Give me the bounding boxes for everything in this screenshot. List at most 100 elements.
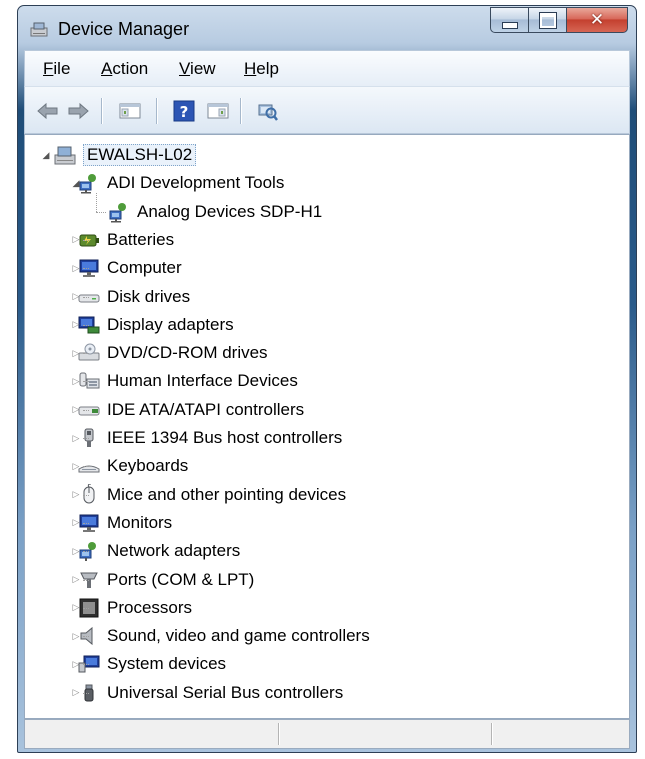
maximize-button[interactable] [528, 7, 566, 33]
back-arrow-icon [37, 102, 58, 120]
collapsed-triangle-icon[interactable]: ▷ [71, 348, 81, 358]
tree-item-label: Processors [107, 597, 193, 617]
tree-category-item[interactable]: Batteries [77, 228, 174, 252]
status-separator [278, 723, 279, 745]
tree-item-label: Analog Devices SDP-H1 [137, 201, 323, 221]
tree-category-item[interactable]: DVD/CD-ROM drives [77, 341, 268, 365]
collapsed-triangle-icon[interactable]: ▷ [71, 602, 81, 613]
device-manager-app-icon [30, 19, 50, 39]
minimize-button[interactable] [490, 7, 528, 33]
tree-item-label: ADI Development Tools [107, 173, 285, 193]
svg-text:?: ? [180, 103, 189, 121]
collapsed-triangle-icon[interactable]: ▷ [71, 489, 81, 500]
tree-item-label: Universal Serial Bus controllers [107, 682, 344, 702]
help-icon: ? [173, 100, 195, 122]
window-title: Device Manager [58, 19, 190, 39]
collapsed-triangle-icon[interactable]: ▷ [71, 546, 81, 556]
tree-connector [83, 381, 89, 383]
tree-item-label: Network adapters [107, 541, 241, 561]
show-hide-console-tree-icon [119, 103, 141, 119]
tree-category-item[interactable]: Sound, video and game controllers [77, 624, 370, 648]
tree-category-item[interactable]: IEEE 1394 Bus host controllers [77, 426, 342, 450]
tree-connector [83, 607, 89, 609]
tree-category-item[interactable]: Disk drives [77, 285, 190, 309]
collapsed-triangle-icon[interactable]: ▷ [71, 376, 81, 386]
scan-hardware-button[interactable] [255, 99, 281, 123]
tree-connector [83, 324, 89, 326]
collapsed-triangle-icon[interactable]: ▷ [71, 659, 81, 669]
tree-item-label: Disk drives [107, 286, 191, 306]
menu-help[interactable]: Help [244, 59, 279, 79]
menu-file[interactable]: File [43, 59, 70, 79]
tree-connector [83, 268, 89, 270]
tree-category-item[interactable]: Processors [77, 596, 192, 620]
tree-item-label: Computer [107, 258, 182, 278]
tree-connector [83, 353, 89, 355]
collapsed-triangle-icon[interactable]: ▷ [71, 404, 81, 415]
caption-buttons: ✕ [490, 7, 628, 35]
expanded-triangle-icon[interactable]: ◢ [41, 150, 51, 160]
tree-root-node[interactable]: EWALSH-L02 [53, 143, 197, 167]
collapsed-triangle-icon[interactable]: ▷ [71, 574, 81, 585]
forward-button[interactable] [65, 99, 91, 123]
collapsed-triangle-icon[interactable]: ▷ [71, 517, 81, 528]
tree-connector [83, 494, 89, 496]
tree-category-item[interactable]: Mice and other pointing devices [77, 483, 346, 507]
menu-action[interactable]: Action [101, 59, 148, 79]
tree-item-label: Display adapters [107, 314, 234, 334]
tree-category-item[interactable]: Computer [77, 256, 182, 280]
menu-file-accel: F [43, 59, 54, 78]
close-button[interactable]: ✕ [566, 7, 628, 33]
expanded-triangle-icon[interactable]: ◢ [71, 178, 81, 188]
tree-connector [96, 211, 106, 213]
status-bar [24, 719, 630, 749]
collapsed-triangle-icon[interactable]: ▷ [71, 461, 81, 471]
tree-item-label: IDE ATA/ATAPI controllers [107, 399, 305, 419]
tree-connector [83, 664, 89, 666]
collapsed-triangle-icon[interactable]: ▷ [71, 631, 81, 641]
help-button[interactable]: ? [171, 99, 197, 123]
tree-category-item[interactable]: Display adapters [77, 313, 234, 337]
back-button[interactable] [35, 99, 61, 123]
collapsed-triangle-icon[interactable]: ▷ [71, 234, 81, 245]
tree-category-item[interactable]: System devices [77, 652, 226, 676]
tree-category-item[interactable]: Human Interface Devices [77, 369, 298, 393]
tree-device-item[interactable]: Analog Devices SDP-H1 [107, 200, 322, 224]
device-tree[interactable]: EWALSH-L02 ◢ ADI Development Tools ◢ Analog … [24, 134, 630, 719]
device-manager-window: Device Manager ✕ File Action View Help ?… [17, 5, 637, 753]
tree-category-item[interactable]: Universal Serial Bus controllers [77, 681, 343, 705]
show-hide-console-tree-button[interactable] [117, 99, 143, 123]
tree-item-label: System devices [107, 654, 227, 674]
toolbar-separator [101, 98, 102, 124]
menu-view[interactable]: View [179, 59, 216, 79]
collapsed-triangle-icon[interactable]: ▷ [71, 291, 81, 302]
close-icon: ✕ [589, 10, 605, 30]
network-device-icon [107, 201, 131, 223]
menu-action-label: ction [112, 59, 149, 78]
tree-item-label: DVD/CD-ROM drives [107, 343, 268, 363]
tree-category-item[interactable]: Monitors [77, 511, 172, 535]
tree-connector [96, 193, 97, 212]
tree-category-item[interactable]: Network adapters [77, 539, 240, 563]
tree-root-label: EWALSH-L02 [83, 144, 197, 166]
collapsed-triangle-icon[interactable]: ▷ [71, 263, 81, 273]
collapsed-triangle-icon[interactable]: ▷ [71, 433, 81, 443]
tree-category-item[interactable]: Ports (COM & LPT) [77, 568, 254, 592]
tree-connector [83, 438, 89, 439]
action-pane-button[interactable] [205, 99, 231, 123]
tree-category-item[interactable]: ADI Development Tools [77, 171, 284, 195]
collapsed-triangle-icon[interactable]: ▷ [71, 319, 81, 330]
scan-hardware-icon [258, 104, 278, 121]
title-bar[interactable]: Device Manager ✕ [18, 6, 636, 50]
action-pane-icon [207, 103, 229, 119]
collapsed-triangle-icon[interactable]: ▷ [71, 687, 81, 698]
menu-help-label: elp [256, 59, 279, 78]
tree-category-item[interactable]: IDE ATA/ATAPI controllers [77, 398, 304, 422]
tree-item-label: Ports (COM & LPT) [107, 569, 255, 589]
menu-help-accel: H [244, 59, 257, 78]
tree-category-item[interactable]: Keyboards [77, 454, 188, 478]
status-separator [491, 723, 492, 745]
menu-view-accel: V [179, 59, 191, 78]
forward-arrow-icon [68, 102, 89, 120]
menu-action-accel: A [101, 59, 113, 78]
